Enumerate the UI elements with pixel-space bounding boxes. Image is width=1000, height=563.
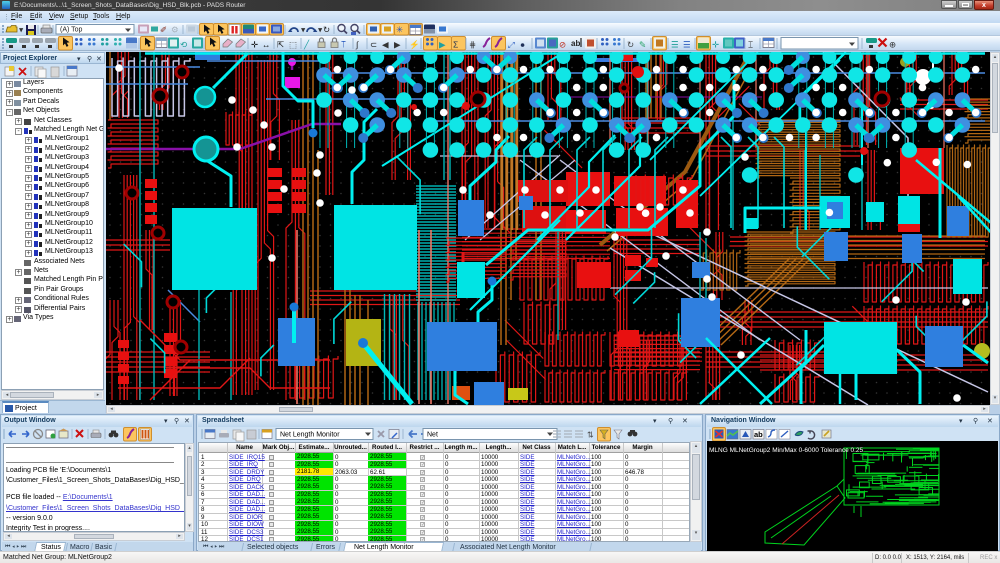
- svg-text:✛: ✛: [712, 40, 720, 50]
- svg-text:✛: ✛: [251, 40, 259, 50]
- svg-text:▶: ▶: [394, 40, 401, 50]
- svg-text:⬚: ⬚: [289, 40, 297, 50]
- svg-text:⍑: ⍑: [341, 40, 347, 50]
- svg-text:↻: ↻: [627, 40, 634, 50]
- svg-text:∫: ∫: [355, 40, 359, 50]
- svg-text:☰: ☰: [683, 40, 691, 50]
- svg-text:Net: Net: [427, 432, 438, 439]
- svg-text:ab: ab: [754, 430, 763, 439]
- svg-text:✳: ✳: [396, 25, 404, 35]
- svg-text:◀: ◀: [382, 40, 389, 50]
- svg-text:✐: ✐: [160, 25, 167, 35]
- svg-text:⊂: ⊂: [370, 40, 377, 50]
- svg-text:⤢: ⤢: [507, 40, 515, 50]
- svg-text:⋕: ⋕: [469, 40, 476, 50]
- svg-text:(A) Top: (A) Top: [60, 27, 83, 34]
- svg-text:⌶: ⌶: [748, 40, 753, 50]
- svg-text:⟲: ⟲: [180, 40, 188, 50]
- svg-text:ab: ab: [571, 39, 580, 48]
- svg-text:⚡: ⚡: [409, 40, 420, 51]
- svg-text:⊘: ⊘: [559, 40, 566, 50]
- svg-text:▾: ▾: [19, 25, 24, 35]
- svg-text:⇱: ⇱: [277, 40, 285, 50]
- svg-text:●: ●: [520, 40, 525, 50]
- svg-text:⇅: ⇅: [587, 431, 594, 440]
- svg-text:Σ: Σ: [453, 40, 458, 50]
- svg-text:↔: ↔: [262, 40, 271, 50]
- svg-text:▾: ▾: [301, 25, 306, 35]
- svg-text:⚙: ⚙: [171, 25, 179, 35]
- svg-text:↻: ↻: [323, 25, 330, 35]
- svg-text:▶: ▶: [439, 40, 446, 50]
- svg-text:☰: ☰: [671, 40, 679, 50]
- svg-text:MLNG MLNetGroup2 Min/Max 0-600: MLNG MLNetGroup2 Min/Max 0-6000 Toleranc…: [709, 447, 864, 454]
- svg-text:╱: ╱: [303, 39, 310, 51]
- svg-text:✎: ✎: [639, 40, 646, 50]
- svg-text:⊕: ⊕: [889, 40, 896, 50]
- svg-text:Net Length Monitor: Net Length Monitor: [280, 432, 340, 439]
